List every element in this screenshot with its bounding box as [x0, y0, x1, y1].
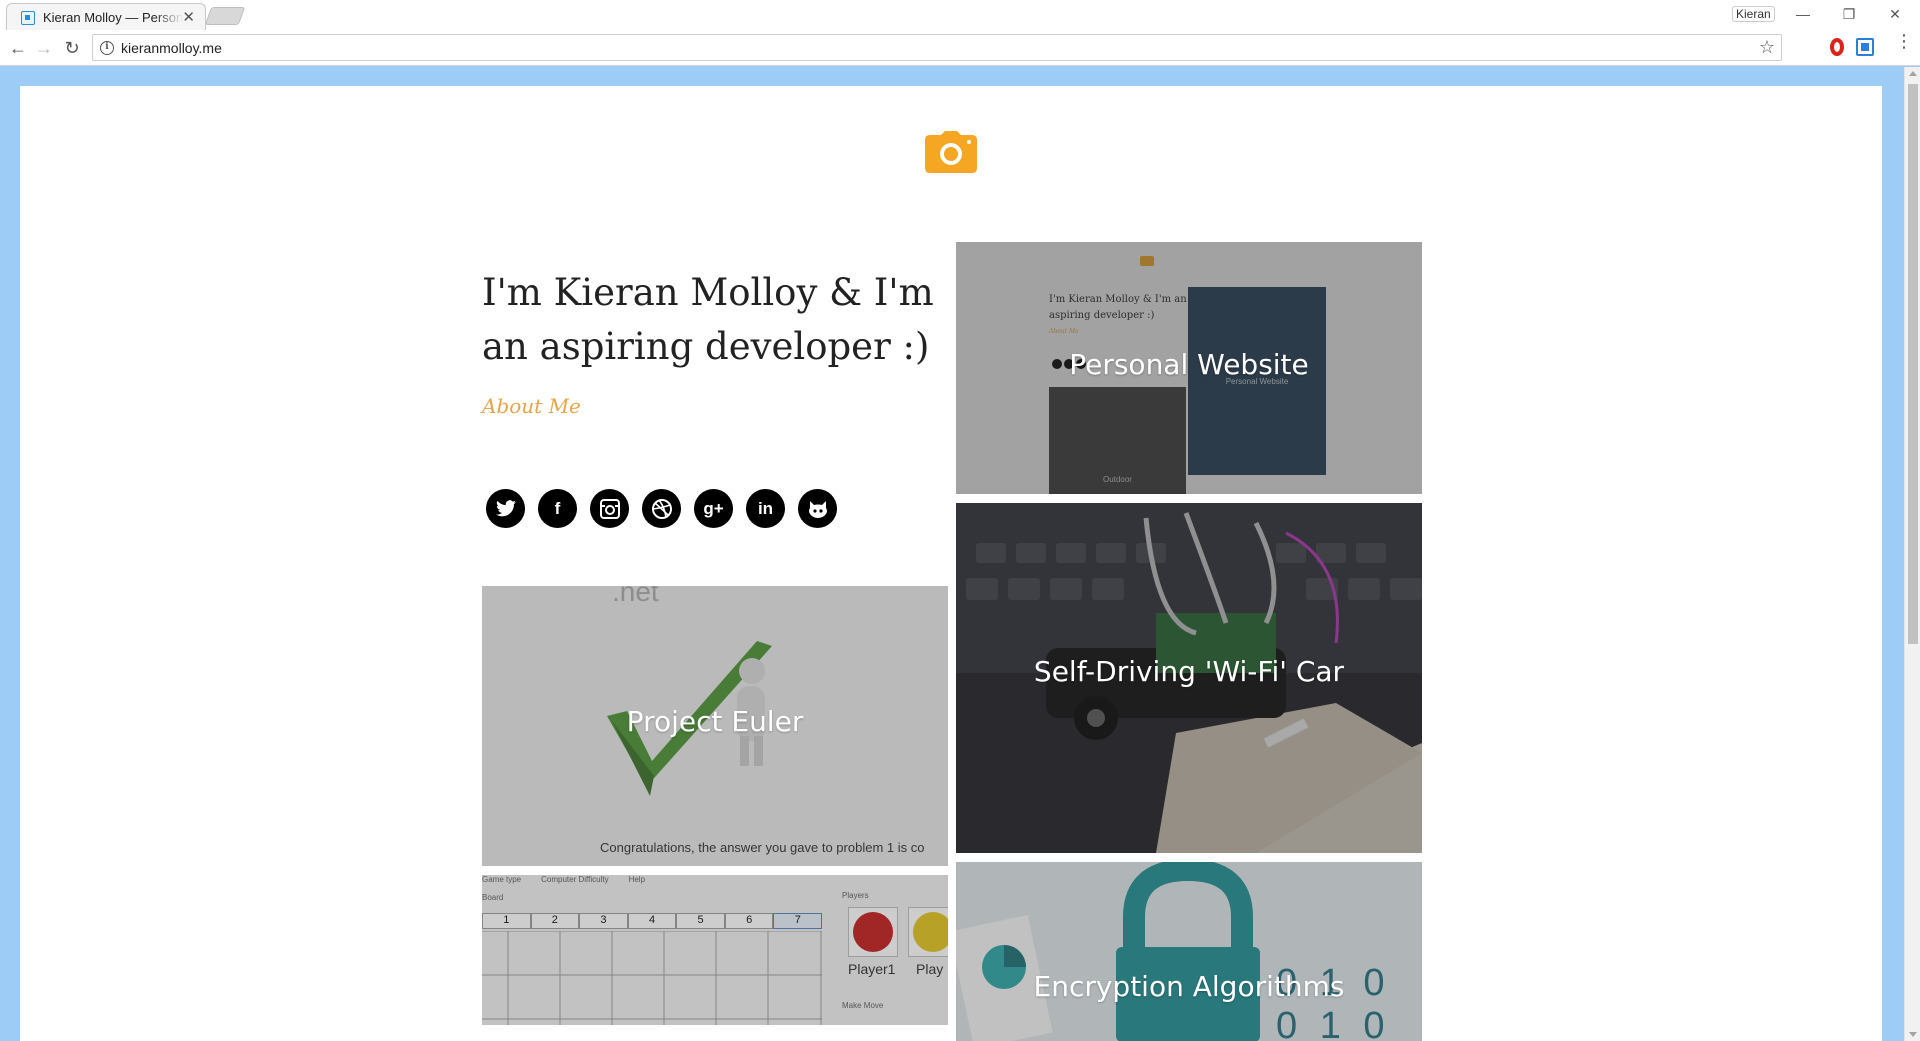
linkedin-icon[interactable]: in [746, 489, 785, 528]
facebook-icon[interactable]: f [538, 489, 577, 528]
page-viewport: I'm Kieran Molloy & I'm an aspiring deve… [0, 67, 1904, 1041]
intro-section: I'm Kieran Molloy & I'm an aspiring deve… [482, 266, 952, 418]
social-links: f g+ in [486, 489, 837, 529]
scroll-down-arrow-icon[interactable] [1909, 1032, 1917, 1037]
opera-extension-icon[interactable] [1830, 38, 1844, 56]
card-overlay [482, 875, 948, 1025]
site-info-icon[interactable]: i [100, 41, 114, 55]
card-title: Encryption Algorithms [1033, 970, 1345, 1003]
card-title: Self-Driving 'Wi-Fi' Car [1033, 655, 1345, 688]
restore-button[interactable]: ❐ [1826, 2, 1872, 26]
address-bar[interactable]: i kieranmolloy.me ☆ [92, 34, 1782, 61]
instagram-icon[interactable] [590, 489, 629, 528]
tab-close-icon[interactable]: ✕ [182, 8, 195, 26]
card-overlay [956, 862, 1422, 1041]
reload-button[interactable]: ↻ [60, 36, 84, 60]
browser-toolbar: ← → ↻ i kieranmolloy.me ☆ ⋮ [0, 30, 1920, 66]
browser-menu-icon[interactable]: ⋮ [1895, 32, 1913, 50]
tab-title: Kieran Molloy — Personal [43, 10, 183, 25]
twitter-icon[interactable] [486, 489, 525, 528]
project-card-connect-four[interactable]: Game type Computer Difficulty Help Board… [482, 875, 948, 1025]
new-tab-button[interactable] [204, 7, 246, 25]
scroll-up-arrow-icon[interactable] [1909, 71, 1917, 76]
browser-tab[interactable]: Kieran Molloy — Personal ✕ [6, 3, 206, 30]
google-plus-icon[interactable]: g+ [694, 489, 733, 528]
card-title: Personal Website [1069, 348, 1309, 381]
browser-titlebar: Kieran Molloy — Personal ✕ Kieran — ❐ ✕ [0, 0, 1920, 30]
card-title: Project Euler [626, 705, 804, 738]
github-icon[interactable] [798, 489, 837, 528]
project-card-self-driving-car[interactable]: Self-Driving 'Wi-Fi' Car [956, 503, 1422, 853]
bookmark-star-icon[interactable]: ☆ [1759, 37, 1775, 58]
profile-button[interactable]: Kieran [1732, 6, 1775, 22]
about-me-link[interactable]: About Me [482, 394, 581, 418]
forward-button[interactable]: → [32, 36, 56, 60]
url-text[interactable]: kieranmolloy.me [121, 40, 222, 56]
page-content: I'm Kieran Molloy & I'm an aspiring deve… [20, 86, 1882, 1041]
project-card-encryption[interactable]: 0 1 0 0 1 0 Encryption Algorithms [956, 862, 1422, 1041]
project-card-project-euler[interactable]: .net Congratulations, the answer you gav… [482, 586, 948, 866]
minimize-button[interactable]: — [1780, 2, 1826, 26]
dribbble-icon[interactable] [642, 489, 681, 528]
page-headline: I'm Kieran Molloy & I'm an aspiring deve… [482, 271, 934, 368]
close-window-button[interactable]: ✕ [1872, 2, 1918, 26]
camera-logo-icon[interactable] [925, 131, 977, 173]
site-favicon-icon [21, 11, 35, 25]
back-button[interactable]: ← [6, 36, 30, 60]
project-card-personal-website[interactable]: I'm Kieran Molloy & I'm an aspiring deve… [956, 242, 1422, 494]
page-scrollbar[interactable] [1904, 67, 1920, 1041]
scrollbar-thumb[interactable] [1908, 84, 1918, 644]
extension-icon[interactable] [1856, 38, 1874, 56]
